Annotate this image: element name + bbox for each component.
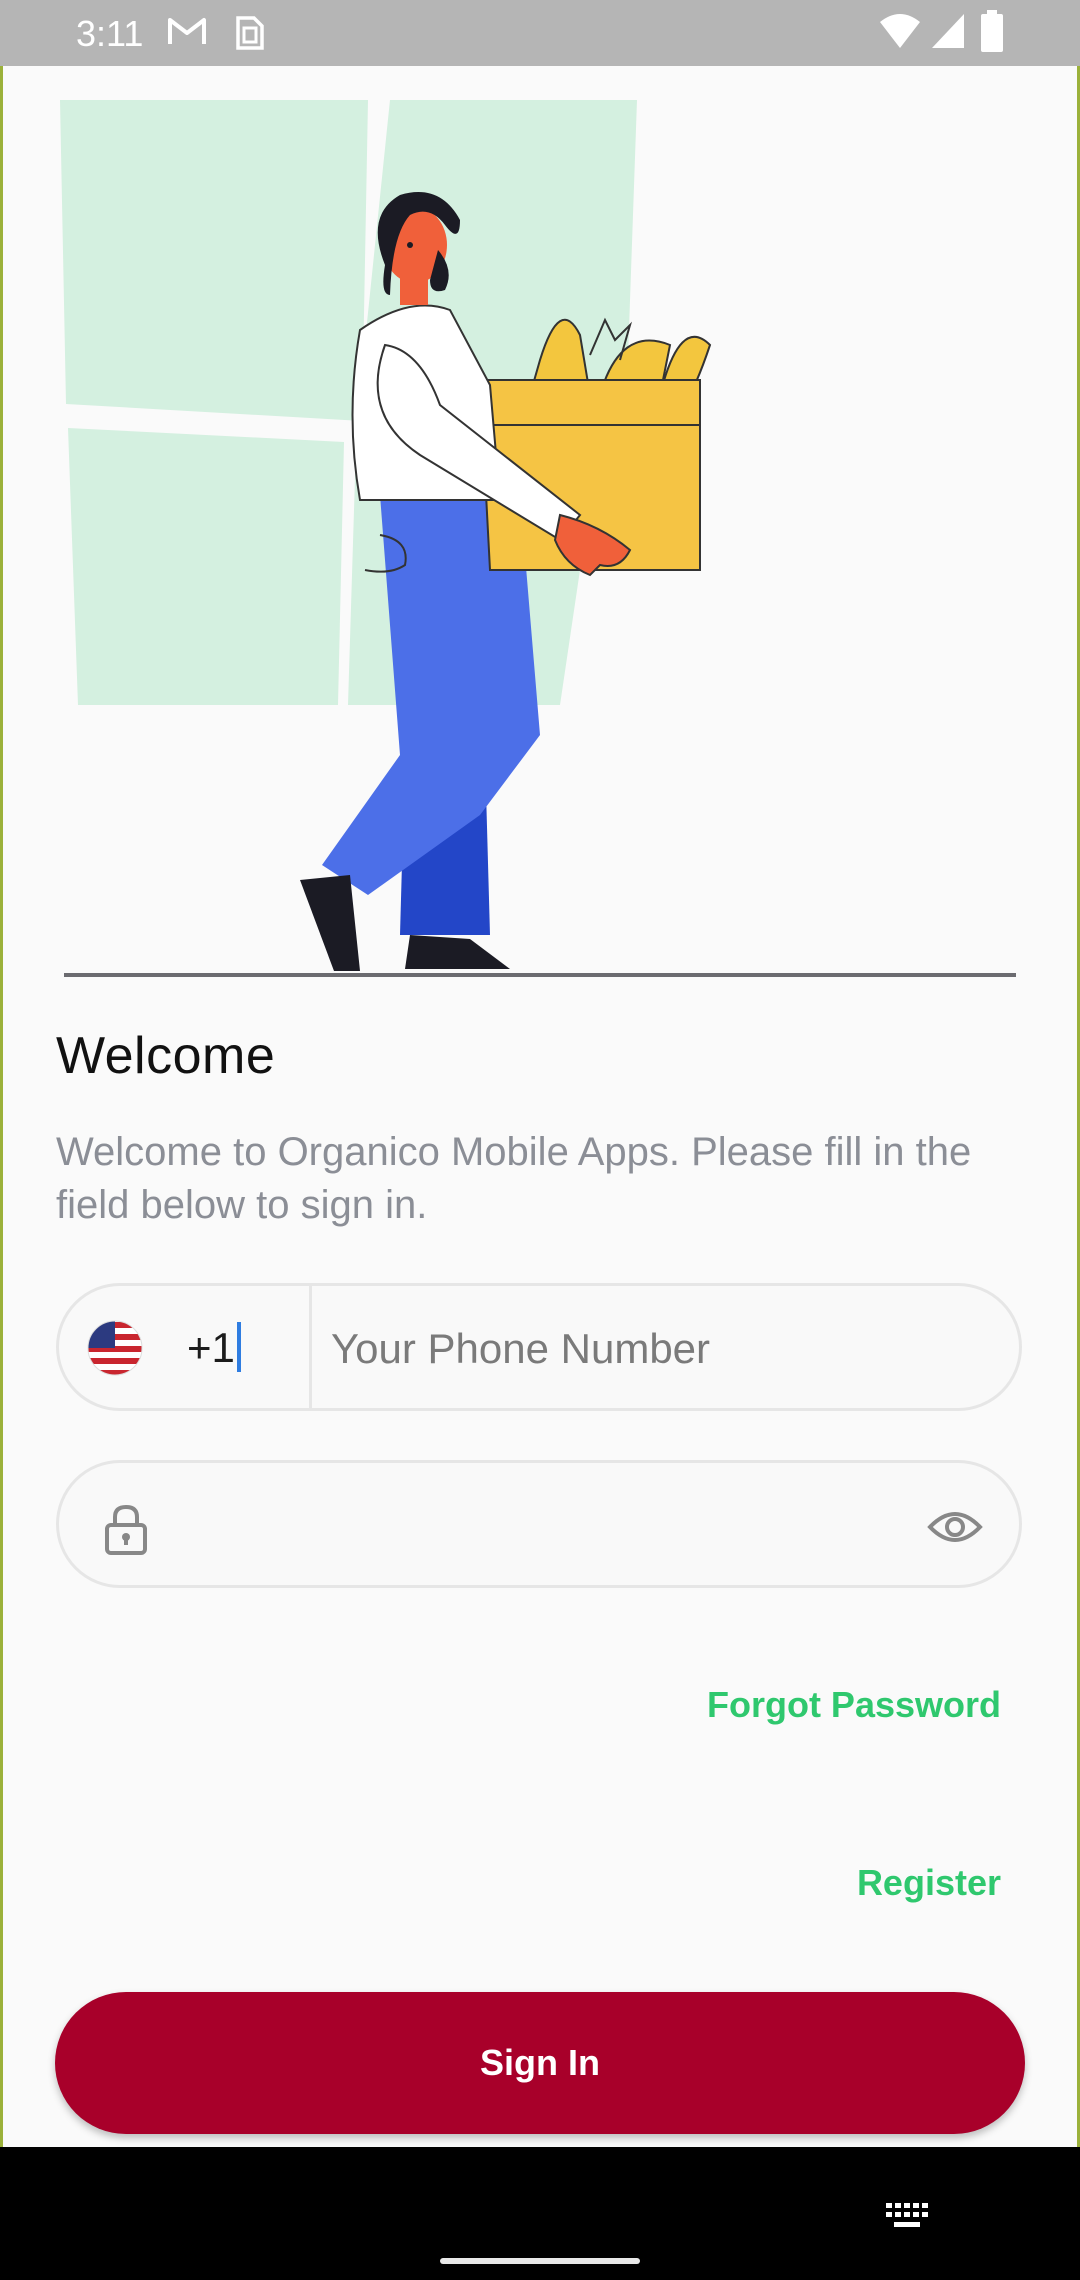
keyboard-icon[interactable] [886, 2203, 930, 2233]
battery-icon [981, 10, 1003, 52]
signal-icon [932, 14, 964, 48]
country-code[interactable]: +1 [187, 1324, 235, 1372]
home-gesture-handle[interactable] [440, 2258, 640, 2264]
phone-number-field[interactable]: +1 [56, 1283, 1022, 1411]
forgot-password-link[interactable]: Forgot Password [707, 1684, 1001, 1726]
password-field[interactable] [56, 1460, 1022, 1588]
text-cursor [237, 1322, 241, 1372]
wifi-icon [880, 14, 920, 48]
us-flag-icon[interactable] [87, 1320, 143, 1376]
gmail-icon [168, 18, 206, 44]
sign-in-button[interactable]: Sign In [55, 1992, 1025, 2134]
phone-input[interactable] [329, 1308, 993, 1390]
status-time: 3:11 [76, 13, 144, 54]
sim-alert-icon [236, 16, 264, 50]
shopping-illustration [60, 100, 1016, 977]
welcome-subtitle: Welcome to Organico Mobile Apps. Please … [56, 1130, 972, 1227]
page-title: Welcome [56, 1027, 276, 1085]
password-input[interactable] [179, 1485, 883, 1567]
lock-icon [105, 1504, 147, 1555]
register-link[interactable]: Register [857, 1862, 1001, 1904]
field-divider [309, 1286, 312, 1408]
status-bar: 3:11 [0, 0, 1080, 66]
eye-icon[interactable] [927, 1507, 983, 1547]
